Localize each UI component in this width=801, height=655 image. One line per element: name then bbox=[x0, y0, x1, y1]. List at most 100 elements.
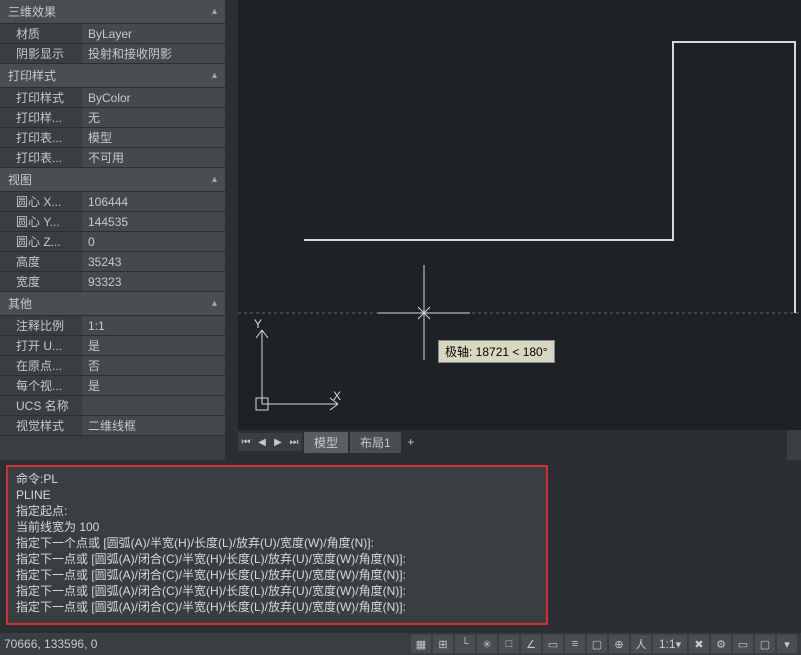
cmd-line: PLINE bbox=[16, 487, 538, 503]
status-polar-icon[interactable]: ✳ bbox=[477, 635, 497, 653]
layout-tabs: ⏮ ◀ ▶ ⏭ 模型 布局1 + bbox=[238, 430, 419, 454]
tab-layout1[interactable]: 布局1 bbox=[350, 432, 401, 453]
section-title: 其他 bbox=[8, 295, 32, 312]
collapse-icon: ▴ bbox=[212, 70, 217, 81]
section-header[interactable]: 三维效果 ▴ bbox=[0, 0, 225, 24]
section-title: 三维效果 bbox=[8, 3, 56, 20]
property-row[interactable]: 视觉样式二维线框 bbox=[0, 416, 225, 436]
collapse-icon: ▴ bbox=[212, 298, 217, 309]
nav-next[interactable]: ▶ bbox=[270, 433, 286, 451]
ucs-y-label: Y bbox=[254, 317, 262, 331]
status-clean-icon[interactable]: ▢ bbox=[755, 635, 775, 653]
property-label: 宽度 bbox=[0, 273, 82, 290]
section-title: 打印样式 bbox=[8, 67, 56, 84]
property-row[interactable]: 在原点...否 bbox=[0, 356, 225, 376]
status-otrack-icon[interactable]: ∠ bbox=[521, 635, 541, 653]
status-monitor-icon[interactable]: ▭ bbox=[733, 635, 753, 653]
property-label: 阴影显示 bbox=[0, 45, 82, 62]
property-label: UCS 名称 bbox=[0, 397, 82, 414]
tab-model[interactable]: 模型 bbox=[304, 432, 348, 453]
tab-add[interactable]: + bbox=[403, 435, 419, 449]
coords-readout: 70666, 133596, 0 bbox=[4, 637, 97, 651]
property-value[interactable]: 二维线框 bbox=[82, 416, 225, 435]
cmd-line: 指定下一个点或 [圆弧(A)/半宽(H)/长度(L)/放弃(U)/宽度(W)/角… bbox=[16, 535, 538, 551]
collapse-icon: ▴ bbox=[212, 6, 217, 17]
status-annoscale[interactable]: 1:1▾ bbox=[653, 635, 687, 653]
property-value[interactable]: 35243 bbox=[82, 252, 225, 271]
status-snap-icon[interactable]: ⊞ bbox=[433, 635, 453, 653]
property-value[interactable]: 1:1 bbox=[82, 316, 225, 335]
status-custom-icon[interactable]: ▾ bbox=[777, 635, 797, 653]
property-value[interactable]: 是 bbox=[82, 376, 225, 395]
property-row[interactable]: 圆心 Y...144535 bbox=[0, 212, 225, 232]
nav-last[interactable]: ⏭ bbox=[286, 433, 302, 451]
ucs-x-label: X bbox=[333, 389, 341, 403]
status-lwt-icon[interactable]: ≡ bbox=[565, 635, 585, 653]
cmd-line: 指定下一点或 [圆弧(A)/闭合(C)/半宽(H)/长度(L)/放弃(U)/宽度… bbox=[16, 551, 538, 567]
status-ortho-icon[interactable]: └ bbox=[455, 635, 475, 653]
command-history[interactable]: 命令:PL PLINE 指定起点: 当前线宽为 100 指定下一个点或 [圆弧(… bbox=[6, 465, 548, 625]
nav-first[interactable]: ⏮ bbox=[238, 433, 254, 451]
status-gear-icon[interactable]: ⚙ bbox=[711, 635, 731, 653]
cmd-line: 命令:PL bbox=[16, 471, 538, 487]
status-anno-icon[interactable]: ✖ bbox=[689, 635, 709, 653]
property-row[interactable]: 圆心 X...106444 bbox=[0, 192, 225, 212]
property-row[interactable]: 打印样...无 bbox=[0, 108, 225, 128]
property-row[interactable]: 高度35243 bbox=[0, 252, 225, 272]
property-row[interactable]: 每个视...是 bbox=[0, 376, 225, 396]
status-grid-icon[interactable]: ▦ bbox=[411, 635, 431, 653]
property-value[interactable]: 否 bbox=[82, 356, 225, 375]
property-value[interactable]: 144535 bbox=[82, 212, 225, 231]
cmd-line: 当前线宽为 100 bbox=[16, 519, 538, 535]
section-header[interactable]: 其他 ▴ bbox=[0, 292, 225, 316]
status-axis-icon[interactable]: 人 bbox=[631, 635, 651, 653]
property-row[interactable]: 打开 U...是 bbox=[0, 336, 225, 356]
drawing-canvas[interactable]: Y X 极轴: 18721 < 180° bbox=[238, 0, 801, 430]
cmd-line: 指定起点: bbox=[16, 503, 538, 519]
status-dyn-icon[interactable]: ▭ bbox=[543, 635, 563, 653]
nav-prev[interactable]: ◀ bbox=[254, 433, 270, 451]
property-label: 材质 bbox=[0, 25, 82, 42]
polar-tooltip: 极轴: 18721 < 180° bbox=[438, 340, 555, 363]
property-row[interactable]: 宽度93323 bbox=[0, 272, 225, 292]
property-row[interactable]: 打印表...不可用 bbox=[0, 148, 225, 168]
cmd-line: 指定下一点或 [圆弧(A)/闭合(C)/半宽(H)/长度(L)/放弃(U)/宽度… bbox=[16, 567, 538, 583]
property-label: 打印表... bbox=[0, 129, 82, 146]
property-value[interactable]: 模型 bbox=[82, 128, 225, 147]
property-row[interactable]: UCS 名称 bbox=[0, 396, 225, 416]
status-osnap-icon[interactable]: □ bbox=[499, 635, 519, 653]
property-row[interactable]: 阴影显示投射和接收阴影 bbox=[0, 44, 225, 64]
status-model-icon[interactable]: ▢ bbox=[587, 635, 607, 653]
property-row[interactable]: 注释比例1:1 bbox=[0, 316, 225, 336]
property-label: 打印样式 bbox=[0, 89, 82, 106]
property-value[interactable]: 106444 bbox=[82, 192, 225, 211]
status-bar: 70666, 133596, 0 ▦ ⊞ └ ✳ □ ∠ ▭ ≡ ▢ ⊕ 人 1… bbox=[0, 633, 801, 655]
property-value[interactable]: 不可用 bbox=[82, 148, 225, 167]
property-value[interactable]: 无 bbox=[82, 108, 225, 127]
section-header[interactable]: 打印样式 ▴ bbox=[0, 64, 225, 88]
section-header[interactable]: 视图 ▴ bbox=[0, 168, 225, 192]
property-label: 打印表... bbox=[0, 149, 82, 166]
property-value[interactable] bbox=[82, 396, 225, 415]
property-label: 圆心 Z... bbox=[0, 233, 82, 250]
status-magnet-icon[interactable]: ⊕ bbox=[609, 635, 629, 653]
property-label: 打印样... bbox=[0, 109, 82, 126]
property-value[interactable]: ByColor bbox=[82, 88, 225, 107]
property-value[interactable]: ByLayer bbox=[82, 24, 225, 43]
properties-panel: 三维效果▴材质ByLayer阴影显示投射和接收阴影打印样式▴打印样式ByColo… bbox=[0, 0, 225, 460]
property-row[interactable]: 材质ByLayer bbox=[0, 24, 225, 44]
property-row[interactable]: 打印表...模型 bbox=[0, 128, 225, 148]
property-row[interactable]: 圆心 Z...0 bbox=[0, 232, 225, 252]
property-label: 视觉样式 bbox=[0, 417, 82, 434]
tab-nav: ⏮ ◀ ▶ ⏭ bbox=[238, 433, 302, 451]
property-value[interactable]: 投射和接收阴影 bbox=[82, 44, 225, 63]
property-label: 注释比例 bbox=[0, 317, 82, 334]
property-value[interactable]: 93323 bbox=[82, 272, 225, 291]
section-title: 视图 bbox=[8, 171, 32, 188]
property-value[interactable]: 是 bbox=[82, 336, 225, 355]
property-label: 高度 bbox=[0, 253, 82, 270]
collapse-icon: ▴ bbox=[212, 174, 217, 185]
property-label: 打开 U... bbox=[0, 337, 82, 354]
property-value[interactable]: 0 bbox=[82, 232, 225, 251]
property-row[interactable]: 打印样式ByColor bbox=[0, 88, 225, 108]
